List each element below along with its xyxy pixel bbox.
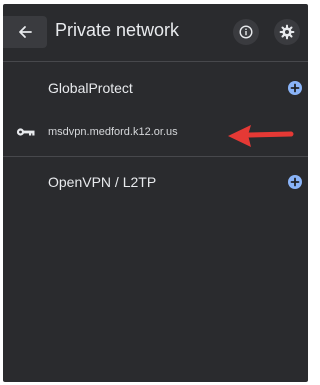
- annotation-arrow: [228, 125, 294, 147]
- private-network-panel: Private network GlobalProtect msdvpn.med…: [3, 4, 308, 382]
- network-name: msdvpn.medford.k12.or.us: [48, 126, 178, 138]
- key-icon: [16, 128, 35, 136]
- info-icon: [239, 25, 253, 39]
- section-label-globalprotect: GlobalProtect: [48, 80, 133, 96]
- gear-icon: [279, 24, 295, 40]
- back-button[interactable]: [3, 16, 47, 48]
- settings-button[interactable]: [274, 19, 300, 45]
- header-divider: [3, 61, 308, 62]
- header: Private network: [3, 4, 308, 60]
- info-button[interactable]: [233, 19, 259, 45]
- add-openvpn-l2tp-button[interactable]: [288, 175, 302, 189]
- add-globalprotect-button[interactable]: [288, 81, 302, 95]
- plus-circle-icon: [290, 177, 300, 187]
- section-divider: [3, 156, 308, 157]
- arrow-left-icon: [19, 26, 32, 38]
- page-title: Private network: [55, 20, 180, 40]
- plus-circle-icon: [290, 83, 300, 93]
- section-label-openvpn-l2tp: OpenVPN / L2TP: [48, 174, 157, 190]
